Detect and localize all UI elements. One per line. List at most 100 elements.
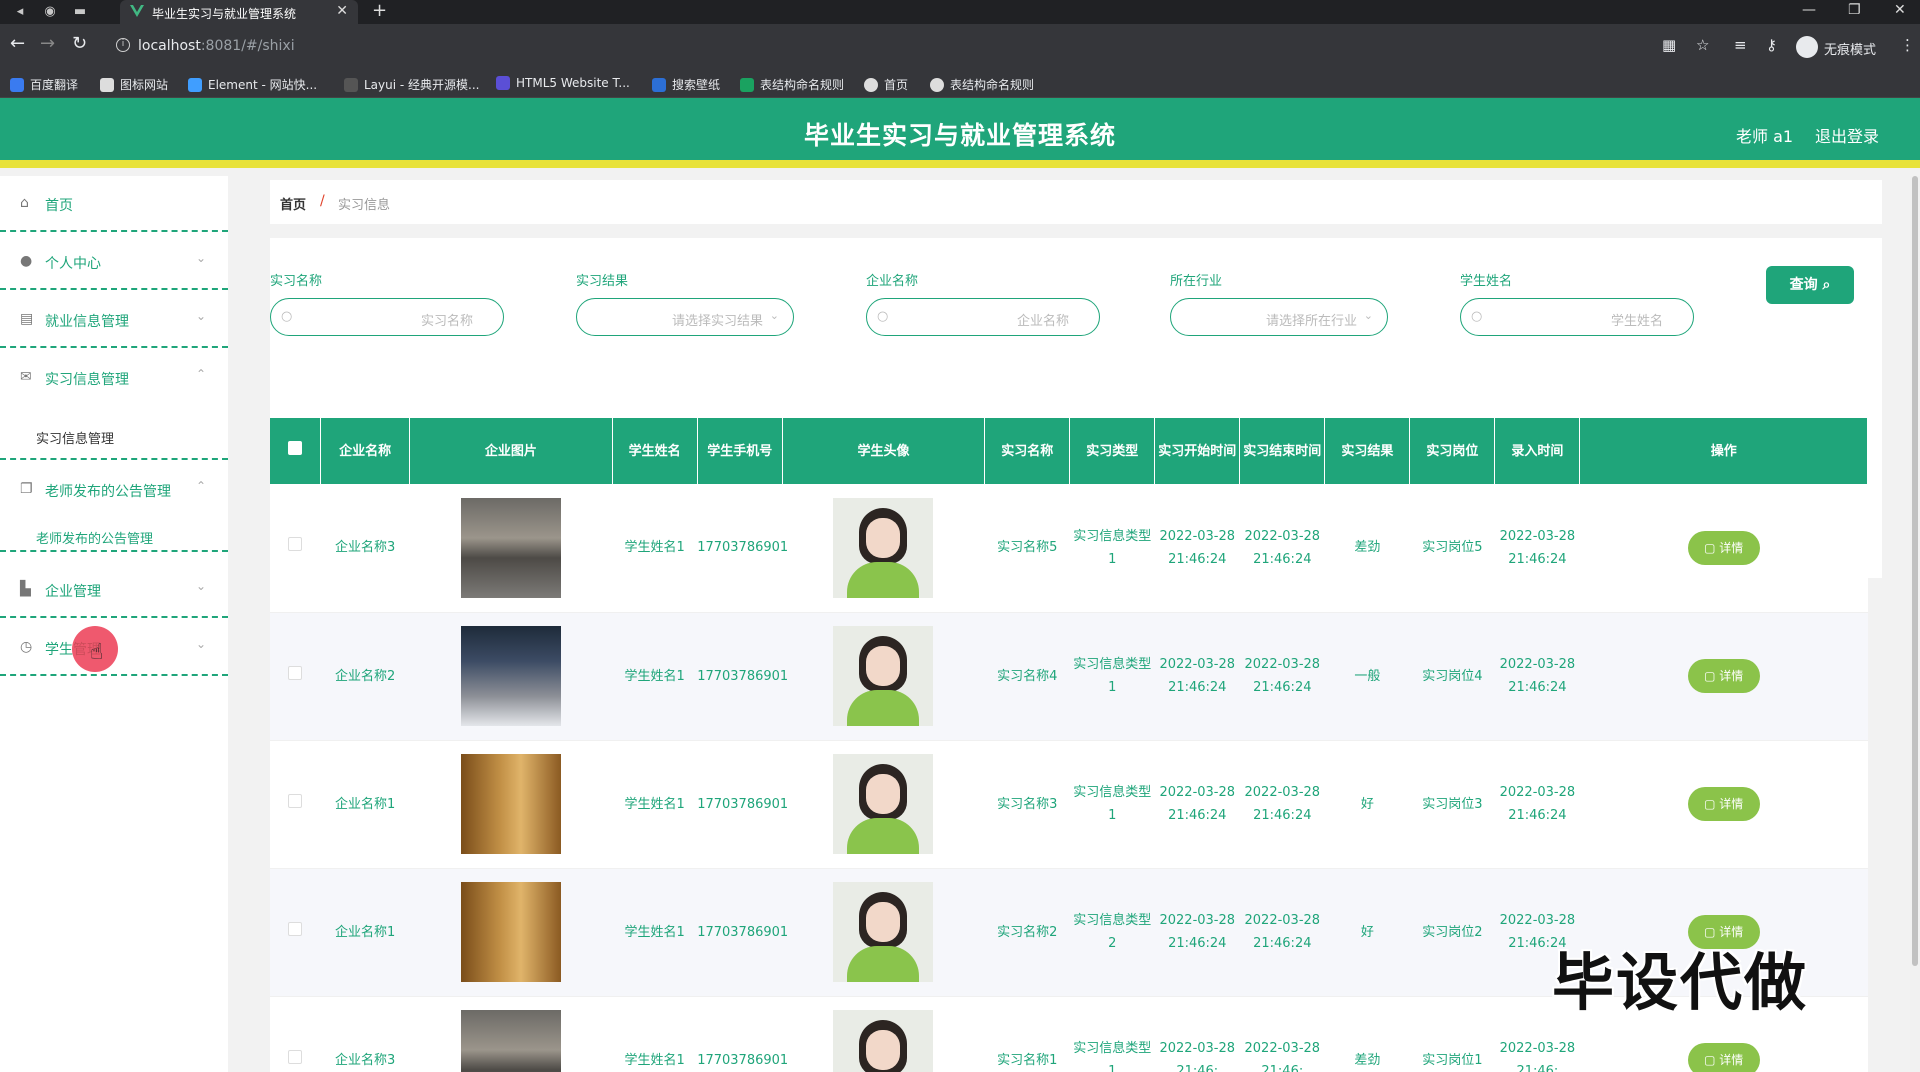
row-checkbox[interactable] [270, 868, 321, 997]
cell-avatar [782, 996, 985, 1072]
globe-icon[interactable]: ◉ [38, 2, 62, 22]
address-bar: ← → ↻ i localhost:8081/#/shixi ▦ ☆ ≡ ⚷ 无… [0, 24, 1920, 68]
tab-title: 毕业生实习与就业管理系统 [152, 7, 297, 21]
url-text: localhost:8081/#/shixi [138, 38, 295, 54]
window-icon[interactable]: ▬ [68, 2, 92, 22]
bookmark-item[interactable]: 百度翻译 [10, 76, 78, 93]
chevron-up-icon: ⌃ [195, 367, 206, 381]
cell-internship-type: 实习信息类型1 [1069, 612, 1155, 741]
browser-tab-active[interactable]: 毕业生实习与就业管理系统 ✕ [120, 0, 358, 24]
col-header: 实习结果 [1324, 418, 1411, 484]
select-placeholder: 请选择实习结果 [671, 314, 763, 329]
new-tab-button[interactable]: + [372, 2, 387, 20]
restore-icon[interactable]: ❐ [1848, 2, 1861, 18]
url-field[interactable]: i localhost:8081/#/shixi [108, 33, 1648, 61]
sidebar-item-personal[interactable]: ● 个人中心 ⌄ [0, 234, 228, 290]
page-scrollbar[interactable] [1910, 176, 1920, 1072]
cell-phone: 17703786901 [697, 740, 788, 869]
sidebar-item-label: 就业信息管理 [45, 314, 129, 330]
translate-icon[interactable]: ▦ [1662, 36, 1676, 54]
bookmark-item[interactable]: Element - 网站快... [188, 76, 317, 93]
row-checkbox[interactable] [270, 484, 321, 613]
vue-logo-icon [130, 5, 144, 17]
sidebar-item-home[interactable]: ⌂ 首页 [0, 176, 228, 232]
hand-cursor-icon: ☝ [90, 640, 104, 665]
detail-button[interactable]: ▢ 详情 [1687, 659, 1760, 693]
student-avatar [833, 754, 934, 854]
filter-company-input[interactable]: ○ 企业名称 [866, 298, 1100, 336]
col-header: 企业图片 [409, 418, 613, 484]
close-window-icon[interactable]: ✕ [1894, 2, 1906, 18]
sidebar-item-internship[interactable]: ✉ 实习信息管理 ⌃ 实习信息管理 [0, 350, 228, 460]
input-placeholder: 学生姓名 [1610, 314, 1663, 329]
logout-link[interactable]: 退出登录 [1815, 123, 1879, 147]
minimize-icon[interactable]: — [1802, 2, 1816, 18]
chevron-down-icon: ⌄ [1363, 309, 1373, 322]
breadcrumb-current: 实习信息 [338, 198, 391, 213]
cell-internship-name: 实习名称5 [984, 484, 1070, 613]
sidebar-item-label: 首页 [45, 198, 73, 214]
sidebar-item-employment[interactable]: ▤ 就业信息管理 ⌄ [0, 292, 228, 348]
clipboard-icon: ▤ [20, 311, 34, 327]
detail-button[interactable]: ▢ 详情 [1687, 1043, 1760, 1072]
search-button[interactable]: 查询 ⌕ [1766, 266, 1854, 304]
sidebar-item-company[interactable]: ▙ 企业管理 ⌄ [0, 562, 228, 618]
reload-icon[interactable]: ↻ [72, 34, 87, 54]
back-icon[interactable]: ← [10, 34, 25, 54]
filter-industry-select[interactable]: 请选择所在行业 ⌄ [1170, 298, 1388, 336]
cell-avatar [782, 868, 985, 997]
row-checkbox[interactable] [270, 740, 321, 869]
reading-list-icon[interactable]: ≡ [1734, 36, 1747, 54]
mail-icon: ✉ [20, 369, 32, 385]
detail-button[interactable]: ▢ 详情 [1687, 530, 1760, 565]
bookmarks-bar: 百度翻译 图标网站 Element - 网站快... Layui - 经典开源模… [0, 68, 1920, 98]
cell-student: 学生姓名1 [612, 612, 698, 741]
bookmark-item[interactable]: 搜索壁纸 [652, 76, 720, 93]
student-avatar [833, 1010, 934, 1072]
bookmark-item[interactable]: 表结构命名规则 [930, 76, 1034, 93]
incognito-icon[interactable] [1796, 36, 1818, 58]
close-tab-icon[interactable]: ✕ [336, 3, 348, 19]
bookmark-item[interactable]: 首页 [864, 76, 908, 93]
cell-company-image [409, 868, 613, 997]
cell-student: 学生姓名1 [612, 740, 698, 869]
incognito-label: 无痕模式 [1824, 43, 1877, 58]
filter-label-industry: 所在行业 [1170, 274, 1223, 289]
forward-icon[interactable]: → [40, 34, 55, 54]
row-checkbox[interactable] [270, 996, 321, 1072]
cell-student: 学生姓名1 [612, 868, 698, 997]
bookmark-item[interactable]: 图标网站 [100, 76, 168, 93]
breadcrumb-home[interactable]: 首页 [280, 194, 306, 213]
cell-start-time: 2022-03-28 21:46:24 [1154, 740, 1240, 869]
site-info-icon[interactable]: i [116, 38, 130, 52]
bookmark-item[interactable]: HTML5 Website T... [496, 76, 630, 90]
tab-audio-icon[interactable]: ◂ [8, 2, 32, 22]
cell-start-time: 2022-03-28 21:46:24 [1154, 868, 1240, 997]
cell-created: 2022-03-28 21:46:24 [1494, 484, 1580, 613]
filter-student-input[interactable]: ○ 学生姓名 [1460, 298, 1694, 336]
filter-label-student: 学生姓名 [1460, 274, 1513, 289]
company-photo [460, 1010, 561, 1072]
key-icon[interactable]: ⚷ [1766, 36, 1777, 54]
cell-end-time: 2022-03-28 21:46: [1239, 996, 1325, 1072]
star-icon[interactable]: ☆ [1696, 36, 1709, 54]
cell-avatar [782, 740, 985, 869]
bookmark-item[interactable]: 表结构命名规则 [740, 76, 844, 93]
filter-result-select[interactable]: 请选择实习结果 ⌄ [576, 298, 794, 336]
sidebar-subitem-internship[interactable]: 实习信息管理 [36, 428, 114, 447]
cell-avatar [782, 484, 985, 613]
select-all-checkbox[interactable] [270, 418, 322, 484]
cell-actions: ▢ 详情 [1579, 612, 1868, 741]
bookmark-item[interactable]: Layui - 经典开源模... [344, 76, 479, 93]
sidebar-subitem-notice[interactable]: 老师发布的公告管理 [36, 528, 153, 547]
input-placeholder: 企业名称 [1016, 314, 1069, 329]
cell-start-time: 2022-03-28 21:46:24 [1154, 484, 1240, 613]
copy-icon: ❐ [20, 481, 33, 497]
detail-button[interactable]: ▢ 详情 [1687, 787, 1760, 821]
row-checkbox[interactable] [270, 612, 321, 741]
cell-end-time: 2022-03-28 21:46:24 [1239, 612, 1325, 741]
sidebar-item-notice[interactable]: ❐ 老师发布的公告管理 ⌃ 老师发布的公告管理 [0, 462, 228, 552]
filter-internship-name-input[interactable]: ○ 实习名称 [270, 298, 504, 336]
menu-kebab-icon[interactable]: ⋮ [1900, 36, 1915, 54]
cell-company: 企业名称3 [320, 996, 410, 1072]
